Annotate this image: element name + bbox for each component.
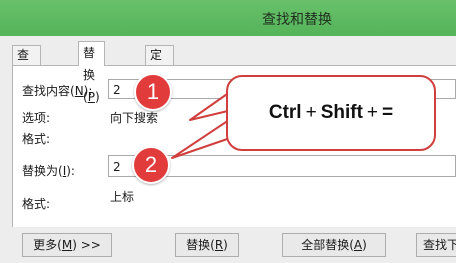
replace-button-label: 替换( (186, 238, 215, 252)
find-next-button[interactable]: 查找下 (416, 233, 456, 257)
more-button[interactable]: 更多(M) >> (22, 233, 112, 257)
replace-button-suffix: ) (223, 238, 228, 252)
replace-button[interactable]: 替换(R) (175, 233, 239, 257)
callout-pointer-cover (229, 97, 235, 132)
more-button-label: 更多( (33, 238, 62, 252)
step-marker-2: 2 (132, 146, 170, 184)
find-replace-dialog: 查找和替换 查找(D) 替换(P) 定位(G) 查找内容(N): 2 选项: 向… (0, 0, 456, 263)
tab-replace[interactable]: 替换(P) (78, 41, 105, 104)
replace-all-button-suffix: ) (362, 238, 367, 252)
more-button-key: M (61, 238, 73, 252)
more-button-suffix: ) >> (72, 238, 101, 252)
replace-all-button-key: A (353, 238, 363, 252)
tab-replace-suffix: ) (94, 90, 100, 104)
replace-all-button-label: 全部替换( (301, 238, 354, 252)
replace-all-button[interactable]: 全部替换(A) (282, 233, 386, 257)
tab-replace-key: P (87, 90, 95, 104)
replace-button-key: R (214, 238, 224, 252)
step-marker-1: 1 (134, 73, 172, 111)
